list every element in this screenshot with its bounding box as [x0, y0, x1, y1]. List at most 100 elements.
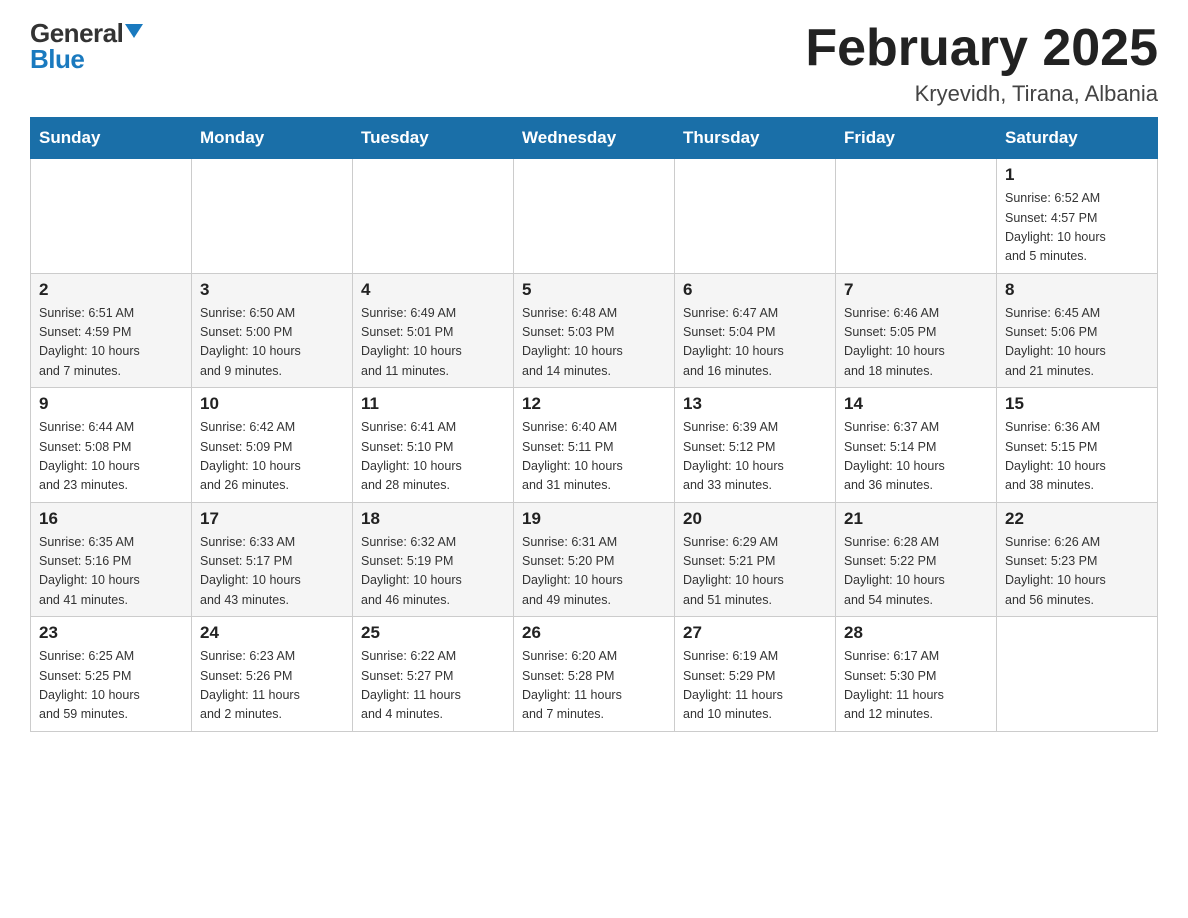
- week-row-1: 1Sunrise: 6:52 AM Sunset: 4:57 PM Daylig…: [31, 159, 1158, 274]
- day-number: 6: [683, 280, 827, 300]
- day-number: 20: [683, 509, 827, 529]
- calendar-cell: 14 Sunrise: 6:37 AM Sunset: 5:14 PM Dayli…: [836, 388, 997, 503]
- day-info: Sunrise: 6:25 AM Sunset: 5:25 PM Dayligh…: [39, 647, 183, 725]
- calendar-cell: 19Sunrise: 6:31 AM Sunset: 5:20 PM Dayli…: [514, 502, 675, 617]
- calendar-cell: 23 Sunrise: 6:25 AM Sunset: 5:25 PM Dayli…: [31, 617, 192, 732]
- day-number: 3: [200, 280, 344, 300]
- day-number: 18: [361, 509, 505, 529]
- calendar-location: Kryevidh, Tirana, Albania: [805, 81, 1158, 107]
- day-number: 5: [522, 280, 666, 300]
- day-number: 2: [39, 280, 183, 300]
- calendar-cell: [31, 159, 192, 274]
- calendar-cell: 13 Sunrise: 6:39 AM Sunset: 5:12 PM Dayli…: [675, 388, 836, 503]
- weekday-header-row: SundayMondayTuesdayWednesdayThursdayFrid…: [31, 118, 1158, 159]
- calendar-cell: 2 Sunrise: 6:51 AM Sunset: 4:59 PM Daylig…: [31, 273, 192, 388]
- calendar-cell: 7 Sunrise: 6:46 AM Sunset: 5:05 PM Daylig…: [836, 273, 997, 388]
- day-info: Sunrise: 6:31 AM Sunset: 5:20 PM Dayligh…: [522, 533, 666, 611]
- day-number: 28: [844, 623, 988, 643]
- day-number: 7: [844, 280, 988, 300]
- day-info: Sunrise: 6:17 AM Sunset: 5:30 PM Dayligh…: [844, 647, 988, 725]
- day-number: 9: [39, 394, 183, 414]
- day-info: Sunrise: 6:32 AM Sunset: 5:19 PM Dayligh…: [361, 533, 505, 611]
- calendar-cell: [675, 159, 836, 274]
- week-row-5: 23 Sunrise: 6:25 AM Sunset: 5:25 PM Dayli…: [31, 617, 1158, 732]
- day-info: Sunrise: 6:49 AM Sunset: 5:01 PM Dayligh…: [361, 304, 505, 382]
- weekday-sunday: Sunday: [31, 118, 192, 159]
- calendar-cell: [353, 159, 514, 274]
- day-info: Sunrise: 6:20 AM Sunset: 5:28 PM Dayligh…: [522, 647, 666, 725]
- day-number: 21: [844, 509, 988, 529]
- day-number: 1: [1005, 165, 1149, 185]
- day-info: Sunrise: 6:26 AM Sunset: 5:23 PM Dayligh…: [1005, 533, 1149, 611]
- calendar-cell: 11 Sunrise: 6:41 AM Sunset: 5:10 PM Dayli…: [353, 388, 514, 503]
- week-row-2: 2 Sunrise: 6:51 AM Sunset: 4:59 PM Daylig…: [31, 273, 1158, 388]
- calendar-cell: 25 Sunrise: 6:22 AM Sunset: 5:27 PM Dayli…: [353, 617, 514, 732]
- day-info: Sunrise: 6:50 AM Sunset: 5:00 PM Dayligh…: [200, 304, 344, 382]
- day-info: Sunrise: 6:36 AM Sunset: 5:15 PM Dayligh…: [1005, 418, 1149, 496]
- logo-blue: Blue: [30, 46, 84, 72]
- calendar-cell: 6 Sunrise: 6:47 AM Sunset: 5:04 PM Daylig…: [675, 273, 836, 388]
- day-number: 24: [200, 623, 344, 643]
- calendar-cell: 28 Sunrise: 6:17 AM Sunset: 5:30 PM Dayli…: [836, 617, 997, 732]
- weekday-friday: Friday: [836, 118, 997, 159]
- calendar-cell: 27Sunrise: 6:19 AM Sunset: 5:29 PM Dayli…: [675, 617, 836, 732]
- calendar-header: SundayMondayTuesdayWednesdayThursdayFrid…: [31, 118, 1158, 159]
- calendar-cell: 8 Sunrise: 6:45 AM Sunset: 5:06 PM Daylig…: [997, 273, 1158, 388]
- day-info: Sunrise: 6:37 AM Sunset: 5:14 PM Dayligh…: [844, 418, 988, 496]
- day-info: Sunrise: 6:48 AM Sunset: 5:03 PM Dayligh…: [522, 304, 666, 382]
- day-number: 25: [361, 623, 505, 643]
- day-number: 22: [1005, 509, 1149, 529]
- day-number: 16: [39, 509, 183, 529]
- calendar-body: 1Sunrise: 6:52 AM Sunset: 4:57 PM Daylig…: [31, 159, 1158, 732]
- calendar-cell: 26 Sunrise: 6:20 AM Sunset: 5:28 PM Dayli…: [514, 617, 675, 732]
- day-info: Sunrise: 6:35 AM Sunset: 5:16 PM Dayligh…: [39, 533, 183, 611]
- day-info: Sunrise: 6:23 AM Sunset: 5:26 PM Dayligh…: [200, 647, 344, 725]
- day-number: 8: [1005, 280, 1149, 300]
- day-number: 11: [361, 394, 505, 414]
- calendar-cell: 3 Sunrise: 6:50 AM Sunset: 5:00 PM Daylig…: [192, 273, 353, 388]
- day-info: Sunrise: 6:51 AM Sunset: 4:59 PM Dayligh…: [39, 304, 183, 382]
- day-number: 13: [683, 394, 827, 414]
- weekday-wednesday: Wednesday: [514, 118, 675, 159]
- calendar-cell: 18 Sunrise: 6:32 AM Sunset: 5:19 PM Dayli…: [353, 502, 514, 617]
- week-row-3: 9Sunrise: 6:44 AM Sunset: 5:08 PM Daylig…: [31, 388, 1158, 503]
- week-row-4: 16 Sunrise: 6:35 AM Sunset: 5:16 PM Dayli…: [31, 502, 1158, 617]
- day-info: Sunrise: 6:22 AM Sunset: 5:27 PM Dayligh…: [361, 647, 505, 725]
- calendar-cell: 22 Sunrise: 6:26 AM Sunset: 5:23 PM Dayli…: [997, 502, 1158, 617]
- day-info: Sunrise: 6:40 AM Sunset: 5:11 PM Dayligh…: [522, 418, 666, 496]
- day-number: 26: [522, 623, 666, 643]
- day-number: 17: [200, 509, 344, 529]
- day-number: 10: [200, 394, 344, 414]
- calendar-cell: 10Sunrise: 6:42 AM Sunset: 5:09 PM Dayli…: [192, 388, 353, 503]
- calendar-cell: [836, 159, 997, 274]
- day-info: Sunrise: 6:39 AM Sunset: 5:12 PM Dayligh…: [683, 418, 827, 496]
- title-block: February 2025 Kryevidh, Tirana, Albania: [805, 20, 1158, 107]
- day-info: Sunrise: 6:41 AM Sunset: 5:10 PM Dayligh…: [361, 418, 505, 496]
- day-number: 27: [683, 623, 827, 643]
- day-number: 14: [844, 394, 988, 414]
- day-info: Sunrise: 6:46 AM Sunset: 5:05 PM Dayligh…: [844, 304, 988, 382]
- page-header: General Blue February 2025 Kryevidh, Tir…: [30, 20, 1158, 107]
- calendar-cell: [192, 159, 353, 274]
- calendar-cell: [514, 159, 675, 274]
- day-info: Sunrise: 6:47 AM Sunset: 5:04 PM Dayligh…: [683, 304, 827, 382]
- weekday-tuesday: Tuesday: [353, 118, 514, 159]
- day-info: Sunrise: 6:33 AM Sunset: 5:17 PM Dayligh…: [200, 533, 344, 611]
- calendar-title: February 2025: [805, 20, 1158, 77]
- weekday-monday: Monday: [192, 118, 353, 159]
- logo: General Blue: [30, 20, 143, 72]
- day-number: 12: [522, 394, 666, 414]
- weekday-thursday: Thursday: [675, 118, 836, 159]
- day-number: 15: [1005, 394, 1149, 414]
- calendar-cell: 24 Sunrise: 6:23 AM Sunset: 5:26 PM Dayli…: [192, 617, 353, 732]
- logo-general: General: [30, 20, 123, 46]
- day-info: Sunrise: 6:45 AM Sunset: 5:06 PM Dayligh…: [1005, 304, 1149, 382]
- calendar-cell: 1Sunrise: 6:52 AM Sunset: 4:57 PM Daylig…: [997, 159, 1158, 274]
- calendar-cell: 17 Sunrise: 6:33 AM Sunset: 5:17 PM Dayli…: [192, 502, 353, 617]
- calendar-cell: [997, 617, 1158, 732]
- calendar-table: SundayMondayTuesdayWednesdayThursdayFrid…: [30, 117, 1158, 732]
- day-number: 23: [39, 623, 183, 643]
- calendar-cell: 20Sunrise: 6:29 AM Sunset: 5:21 PM Dayli…: [675, 502, 836, 617]
- calendar-cell: 9Sunrise: 6:44 AM Sunset: 5:08 PM Daylig…: [31, 388, 192, 503]
- weekday-saturday: Saturday: [997, 118, 1158, 159]
